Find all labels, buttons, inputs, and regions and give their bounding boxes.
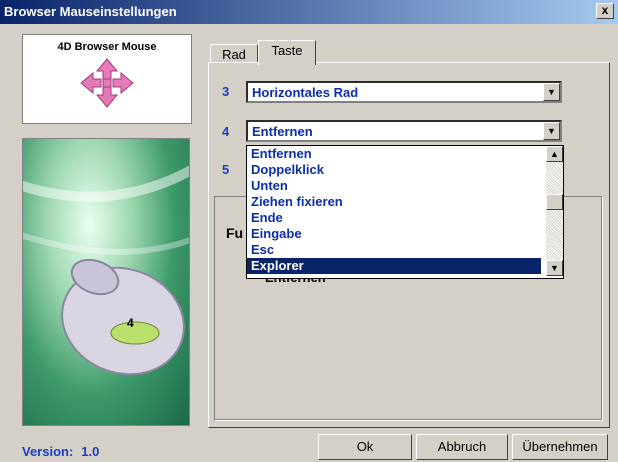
logo-panel: 4D Browser Mouse bbox=[22, 34, 192, 124]
version-value: 1.0 bbox=[81, 444, 100, 459]
scroll-up-icon[interactable]: ▲ bbox=[546, 146, 563, 162]
group-label: Fu bbox=[226, 225, 244, 241]
scroll-down-icon[interactable]: ▼ bbox=[546, 260, 563, 276]
row-number-3: 3 bbox=[222, 84, 230, 99]
dropdown-option[interactable]: Entfernen bbox=[247, 146, 541, 162]
dropdown-option[interactable]: Unten bbox=[247, 178, 541, 194]
dropdown-option[interactable]: Ziehen fixieren bbox=[247, 194, 541, 210]
dropdown-option[interactable]: Doppelklick bbox=[247, 162, 541, 178]
tab-rad[interactable]: Rad bbox=[210, 44, 258, 64]
dropdown-list[interactable]: Entfernen Doppelklick Unten Ziehen fixie… bbox=[246, 145, 564, 279]
tab-taste[interactable]: Taste bbox=[258, 40, 316, 65]
chevron-down-icon[interactable]: ▼ bbox=[543, 83, 560, 101]
dropdown-option[interactable]: Esc bbox=[247, 242, 541, 258]
row-number-4: 4 bbox=[222, 124, 230, 139]
row-number-5: 5 bbox=[222, 162, 230, 177]
combo-value: Entfernen bbox=[252, 124, 313, 139]
window-title: Browser Mauseinstellungen bbox=[4, 4, 177, 19]
mouse-illustration: 4 bbox=[22, 138, 190, 426]
dropdown-option[interactable]: Ende bbox=[247, 210, 541, 226]
four-way-arrow-icon bbox=[80, 58, 134, 108]
apply-button[interactable]: Übernehmen bbox=[512, 434, 608, 460]
chevron-down-icon[interactable]: ▼ bbox=[543, 122, 560, 140]
dropdown-option-selected[interactable]: Explorer bbox=[247, 258, 541, 274]
version-info: Version: 1.0 bbox=[22, 444, 99, 459]
mouse-icon bbox=[23, 165, 189, 376]
scroll-thumb[interactable] bbox=[546, 194, 563, 210]
ok-button[interactable]: Ok bbox=[318, 434, 412, 460]
combo-row-4[interactable]: Entfernen ▼ bbox=[246, 120, 562, 142]
dropdown-scrollbar[interactable]: ▲ ▼ bbox=[546, 146, 563, 276]
combo-row-3[interactable]: Horizontales Rad ▼ bbox=[246, 81, 562, 103]
title-bar: Browser Mauseinstellungen x bbox=[0, 0, 618, 24]
dropdown-option[interactable]: Eingabe bbox=[247, 226, 541, 242]
cancel-button[interactable]: Abbruch bbox=[416, 434, 508, 460]
logo-title: 4D Browser Mouse bbox=[57, 41, 157, 53]
combo-value: Horizontales Rad bbox=[252, 85, 359, 100]
mouse-button-label: 4 bbox=[127, 316, 134, 330]
close-icon[interactable]: x bbox=[596, 3, 614, 19]
version-label: Version: bbox=[22, 444, 74, 459]
